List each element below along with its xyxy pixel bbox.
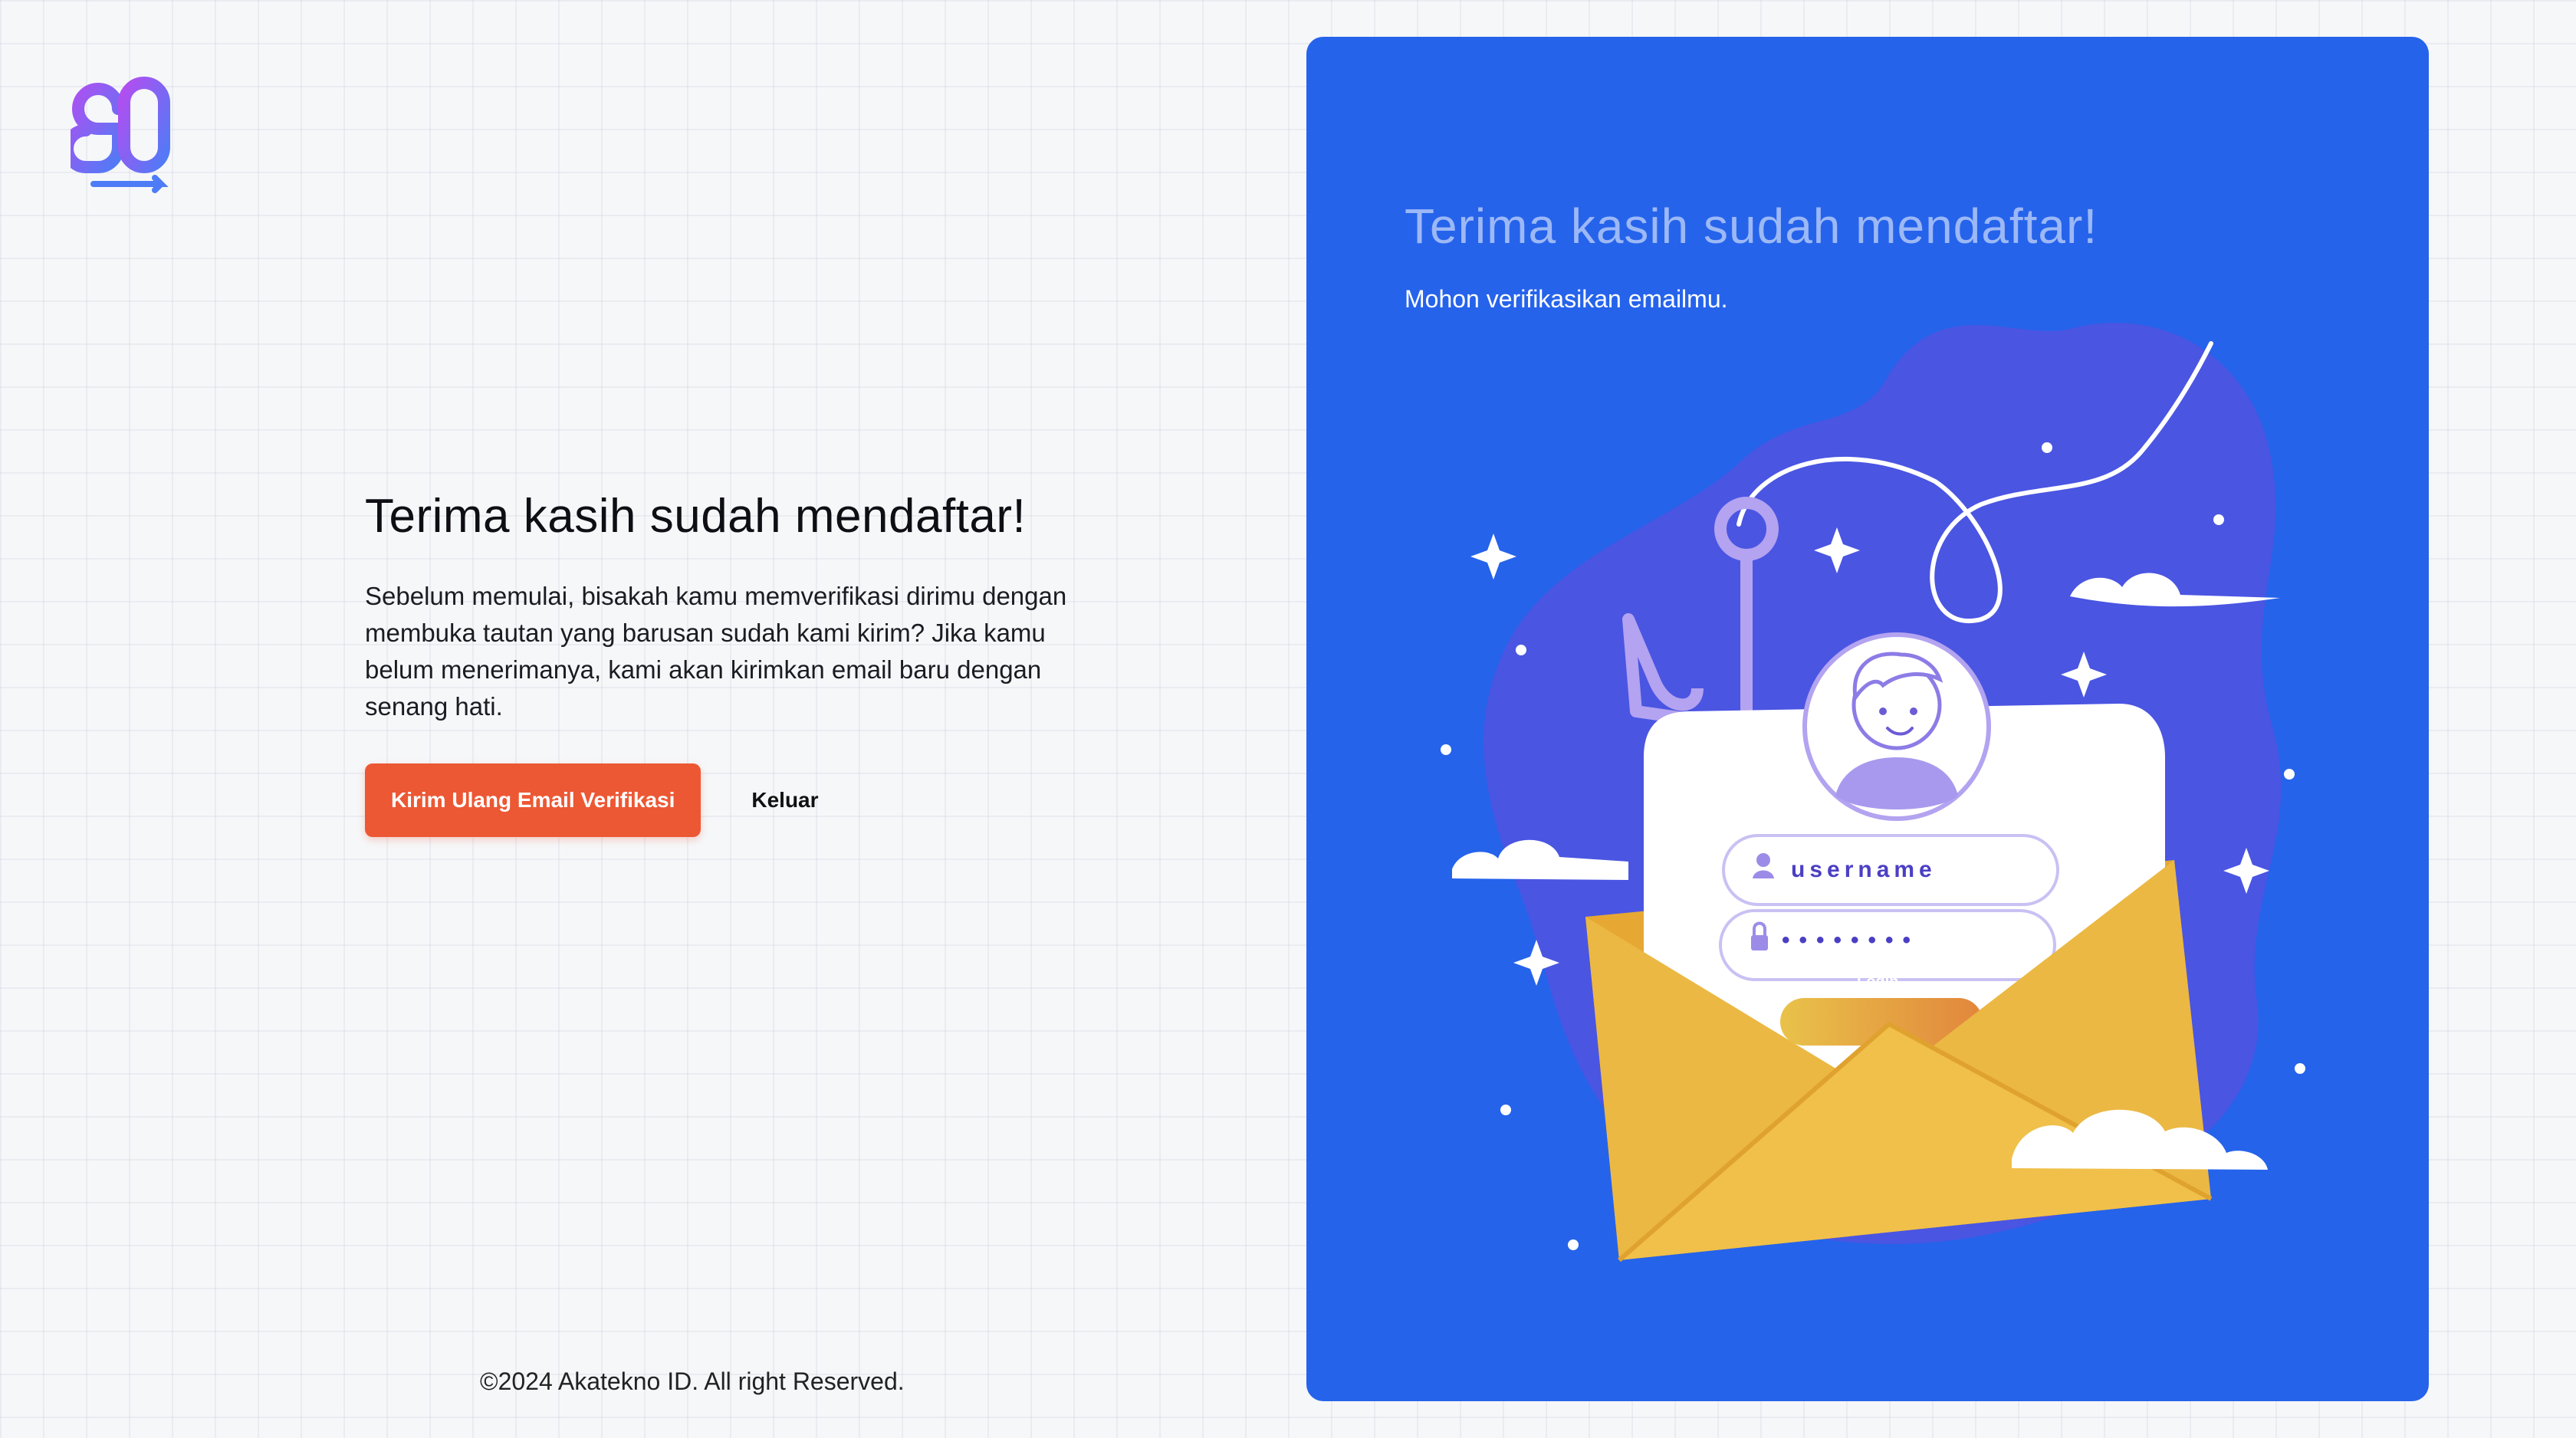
page-description: Sebelum memulai, bisakah kamu memverifik…: [365, 582, 1067, 721]
page-title: Terima kasih sudah mendaftar!: [365, 490, 1027, 543]
logout-button[interactable]: Keluar: [751, 788, 818, 813]
illustration-login-label: Login: [1857, 973, 1899, 990]
actions: Kirim Ulang Email Verifikasi Keluar: [365, 763, 1070, 837]
verification-content: Terima kasih sudah mendaftar! Sebelum me…: [365, 488, 1070, 837]
go-logo-icon: [61, 77, 170, 193]
illustration-panel: username •••••••• Login Terima kasih sud…: [1306, 37, 2429, 1401]
panel-title: Terima kasih sudah mendaftar!: [1405, 199, 2098, 254]
copyright-footer: ©2024 Akatekno ID. All right Reserved.: [480, 1367, 905, 1395]
illustration-password: ••••••••: [1782, 927, 1921, 953]
resend-verification-button[interactable]: Kirim Ulang Email Verifikasi: [365, 763, 702, 837]
panel-subtitle: Mohon verifikasikan emailmu.: [1405, 285, 1728, 313]
illustration-username: username: [1791, 857, 1937, 882]
logo[interactable]: [61, 72, 176, 195]
